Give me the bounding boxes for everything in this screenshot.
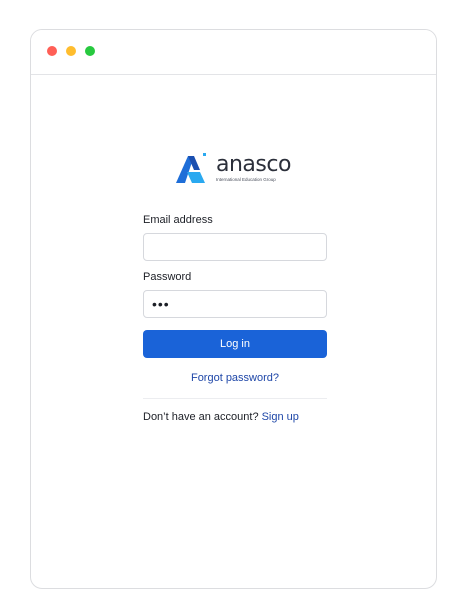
anasco-logo-icon [176,153,210,183]
divider [143,398,327,399]
browser-window: anasco International Education Group Ema… [30,29,437,589]
signup-prompt: Don’t have an account? [143,411,259,423]
password-field[interactable]: ••• [143,290,327,318]
login-button[interactable]: Log in [143,330,327,358]
brand-logo: anasco International Education Group [176,150,291,186]
signup-row: Don’t have an account? Sign up [143,411,327,423]
title-bar [31,30,436,75]
close-window-button[interactable] [47,46,57,56]
password-label: Password [143,271,192,283]
forgot-password-link[interactable]: Forgot password? [143,372,327,384]
maximize-window-button[interactable] [85,46,95,56]
email-label: Email address [143,214,213,226]
logo-tagline: International Education Group [216,176,276,182]
logo-wordmark: anasco [216,151,291,177]
minimize-window-button[interactable] [66,46,76,56]
signup-link[interactable]: Sign up [262,411,299,423]
login-form: Email address Password ••• Log in Forgot… [143,214,327,423]
email-field[interactable] [143,233,327,261]
